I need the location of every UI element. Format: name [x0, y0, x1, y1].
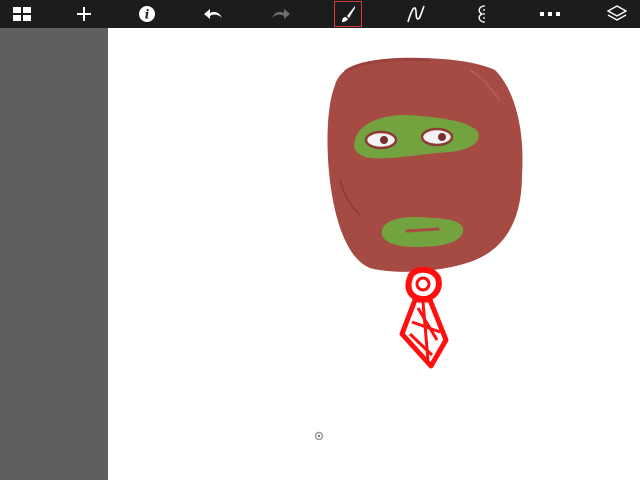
curve-pen-icon[interactable] [401, 0, 431, 28]
right-pupil [438, 133, 446, 141]
gallery-grid-icon[interactable] [7, 0, 37, 28]
symmetry-icon[interactable] [469, 0, 499, 28]
right-eye [420, 127, 454, 147]
layers-icon[interactable] [602, 0, 632, 28]
sketch-drawing [327, 57, 523, 369]
left-pupil [380, 136, 388, 144]
redo-arrow-icon[interactable] [266, 0, 296, 28]
more-dots-icon[interactable] [535, 0, 565, 28]
svg-text:i: i [145, 8, 150, 22]
undo-arrow-icon[interactable] [198, 0, 228, 28]
info-icon[interactable]: i [132, 0, 162, 28]
top-toolbar: i [0, 0, 640, 28]
new-plus-icon[interactable] [69, 0, 99, 28]
tie-knot [405, 266, 442, 303]
left-sidebar-panel [0, 28, 108, 480]
cursor-indicator-icon [314, 431, 324, 441]
mouth-shape [381, 216, 464, 247]
drawing-canvas[interactable] [108, 28, 640, 480]
brush-icon[interactable] [334, 1, 362, 27]
